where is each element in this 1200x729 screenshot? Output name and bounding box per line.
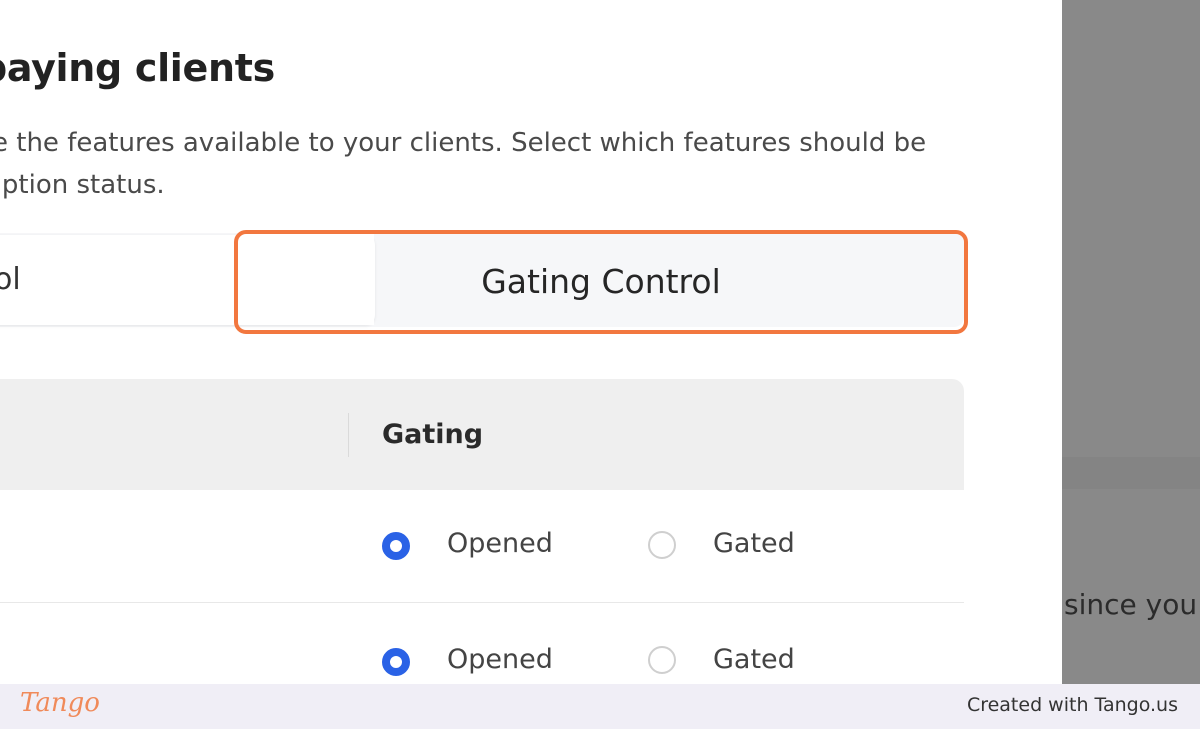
modal-title: paying clients — [0, 46, 275, 90]
modal-description-line-2: ription status. — [0, 170, 165, 200]
radio-opened-row-1[interactable] — [382, 532, 410, 560]
tab-gating-highlight — [234, 230, 968, 334]
table-header: Gating — [0, 379, 964, 490]
column-header-gating: Gating — [382, 419, 484, 450]
modal-backdrop[interactable]: since you — [1062, 0, 1200, 729]
radio-opened-label-row-1: Opened — [447, 528, 553, 559]
radio-opened-label-row-2: Opened — [447, 644, 553, 675]
footer-credit[interactable]: Created with Tango.us — [967, 694, 1178, 716]
backdrop-strip — [1062, 457, 1200, 489]
tango-logo: Tango — [20, 688, 100, 718]
radio-gated-row-2[interactable] — [648, 646, 676, 674]
backdrop-text: since you — [1064, 588, 1198, 621]
column-divider — [348, 413, 349, 457]
tango-footer: Tango Created with Tango.us — [0, 684, 1200, 729]
tab-first-label: ol — [0, 262, 21, 297]
gating-modal: paying clients e the features available … — [0, 0, 1062, 729]
radio-gated-label-row-1: Gated — [713, 528, 795, 559]
radio-opened-row-2[interactable] — [382, 648, 410, 676]
radio-gated-row-1[interactable] — [648, 531, 676, 559]
modal-description-line-1: e the features available to your clients… — [0, 128, 927, 158]
radio-gated-label-row-2: Gated — [713, 644, 795, 675]
gating-table: Gating Opened Gated Opened Gated — [0, 379, 964, 729]
table-row: Opened Gated — [0, 490, 964, 603]
